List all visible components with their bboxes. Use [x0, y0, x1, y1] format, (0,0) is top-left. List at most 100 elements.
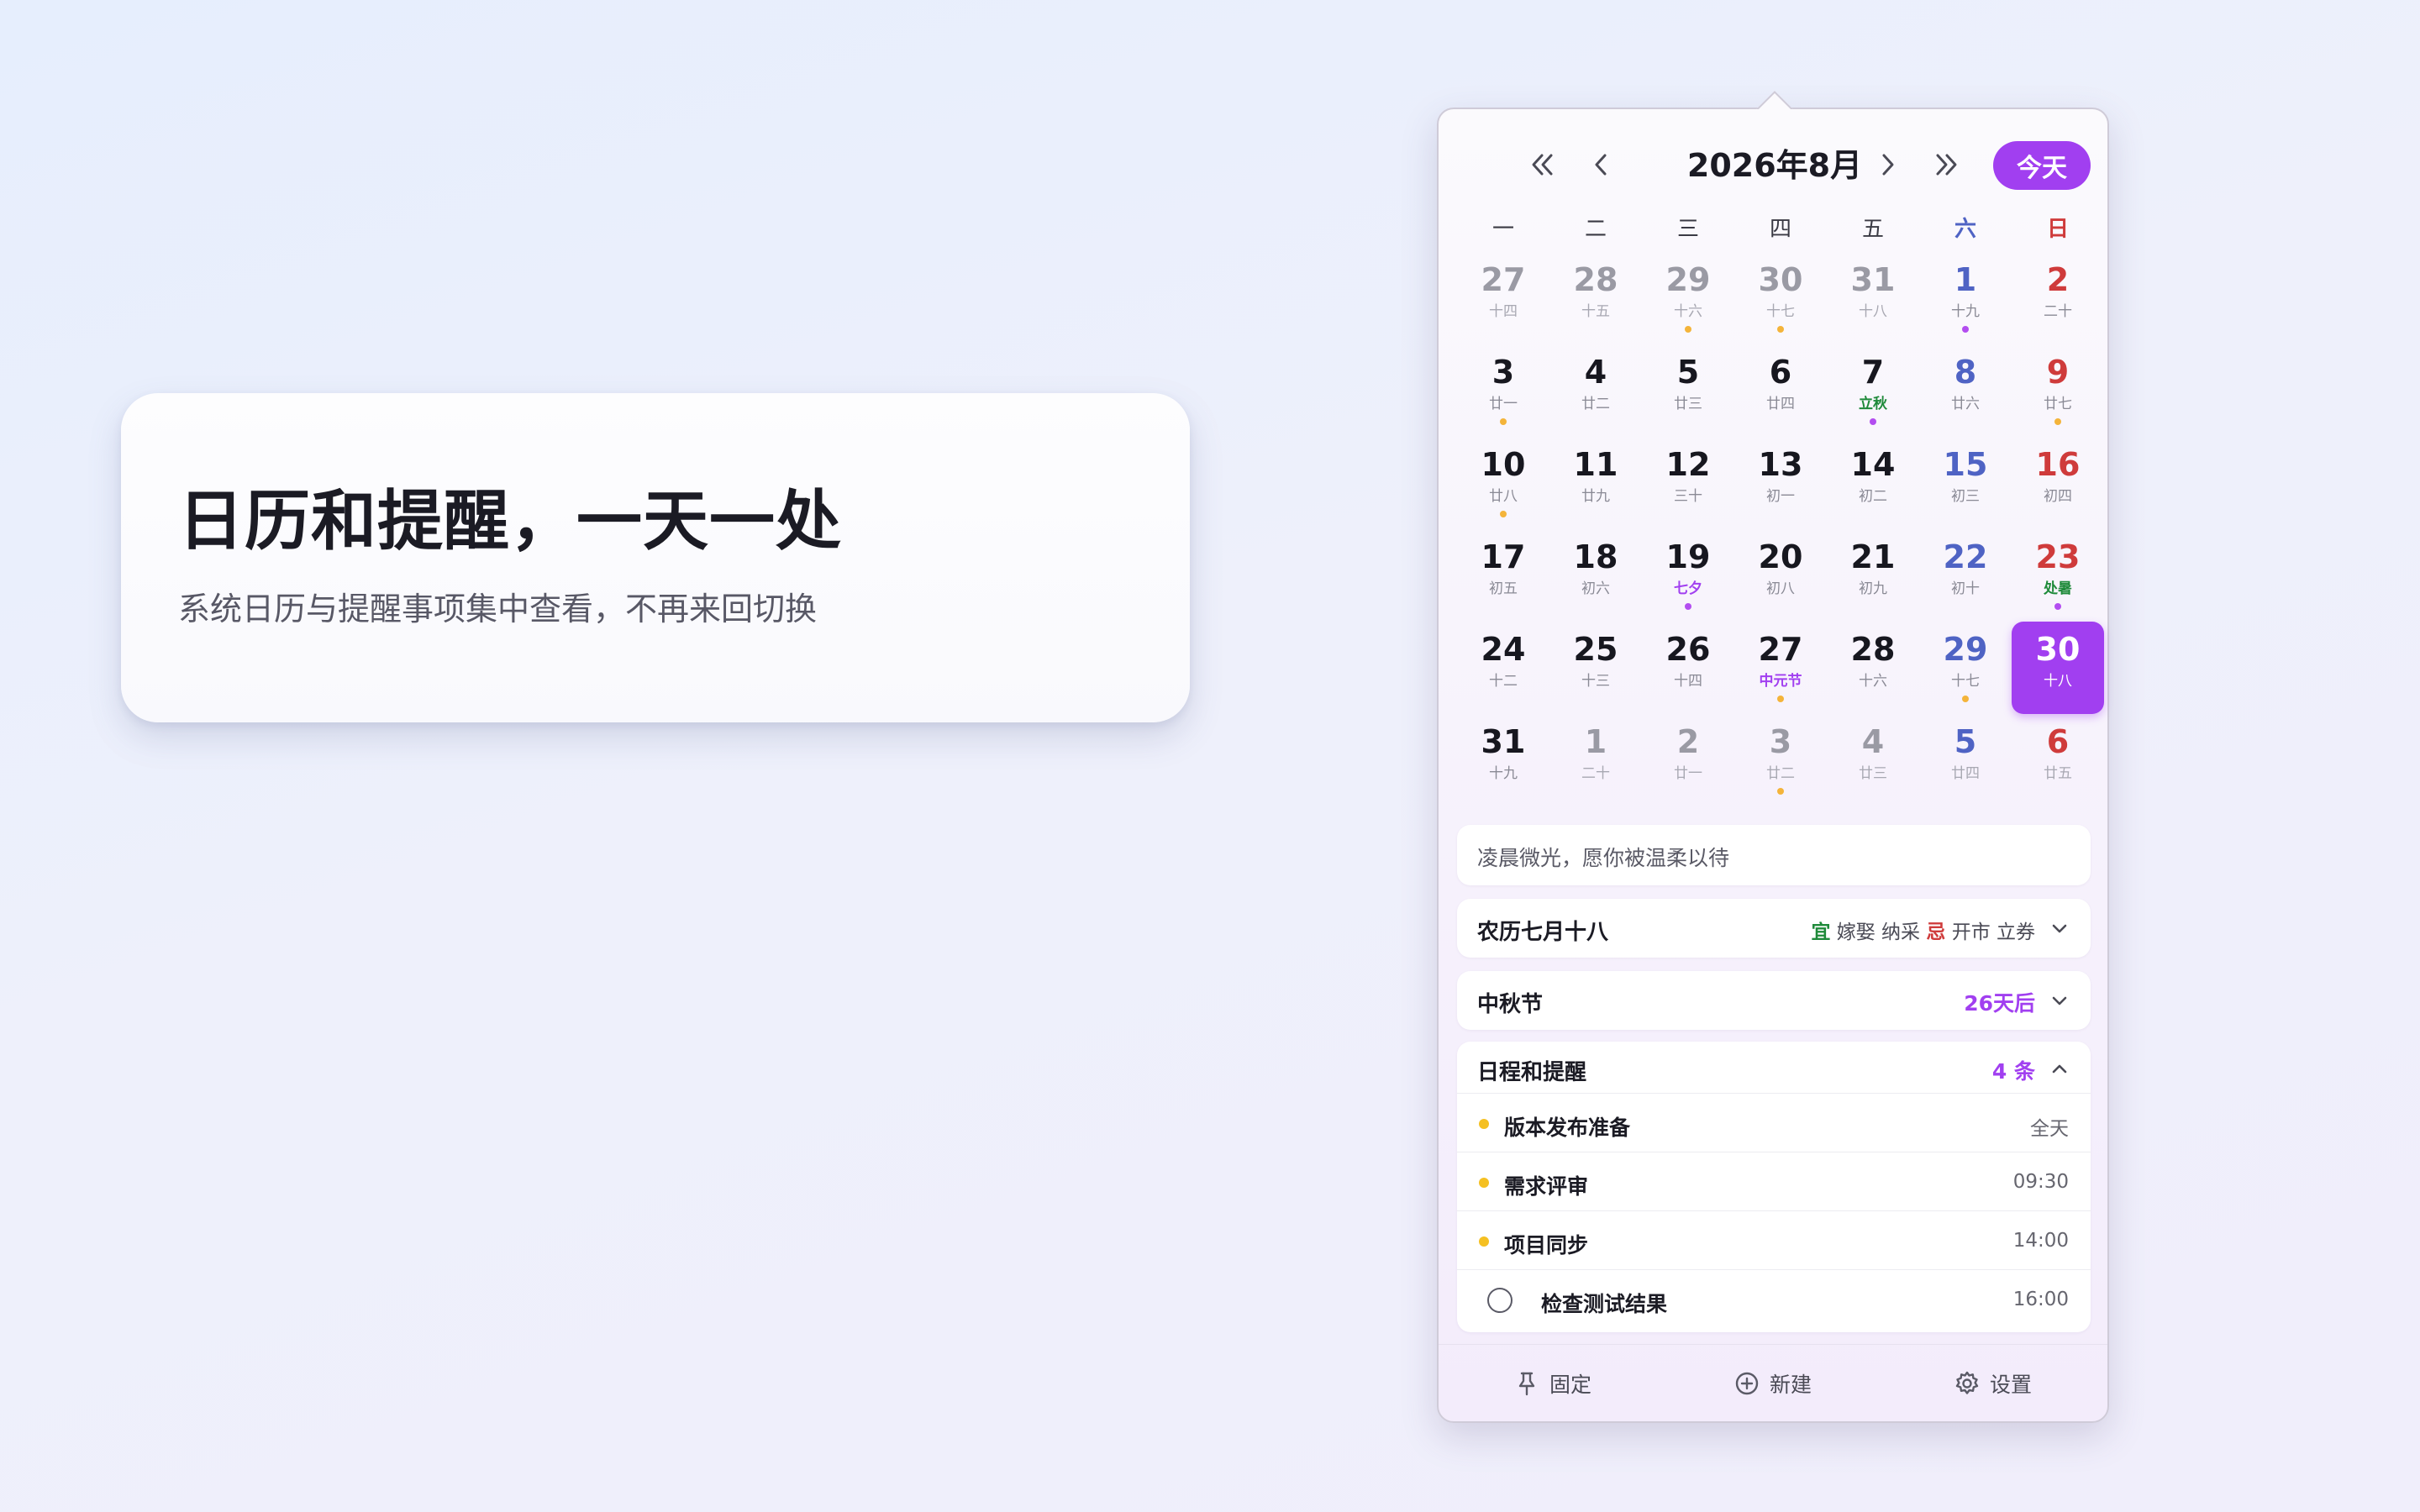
event-indicator-dot	[2054, 418, 2061, 425]
double-chevron-right-icon	[1936, 154, 1957, 176]
day-cell[interactable]: 15 初三	[1919, 437, 2012, 529]
day-number: 26	[1665, 631, 1711, 668]
next-year-button[interactable]	[1923, 141, 1970, 188]
yi-label: 宜	[1811, 921, 1831, 943]
lunar-almanac-row[interactable]: 农历七月十八 宜 嫁娶 纳采 忌 开市 立券	[1457, 899, 2091, 958]
event-name: 项目同步	[1504, 1233, 1589, 1257]
lunar-day-label: 十四	[1674, 673, 1702, 690]
day-cell[interactable]: 1 二十	[1549, 714, 1642, 806]
day-cell[interactable]: 30 十七	[1734, 252, 1827, 344]
reminder-time: 16:00	[2012, 1289, 2069, 1310]
day-cell[interactable]: 3 廿一	[1457, 344, 1549, 437]
event-time: 09:30	[2012, 1171, 2069, 1193]
double-chevron-left-icon	[1532, 154, 1553, 176]
day-number: 23	[2035, 538, 2081, 575]
day-cell[interactable]: 3 廿二	[1734, 714, 1827, 806]
day-cell[interactable]: 31 十八	[1827, 252, 1919, 344]
day-cell[interactable]: 27 十四	[1457, 252, 1549, 344]
event-indicator-dot	[1777, 788, 1784, 795]
day-cell[interactable]: 21 初九	[1827, 529, 1919, 622]
event-indicator-dot	[1777, 696, 1784, 702]
day-cell[interactable]: 14 初二	[1827, 437, 1919, 529]
day-number: 30	[2035, 631, 2081, 668]
day-cell[interactable]: 24 十二	[1457, 622, 1549, 714]
pin-button[interactable]: 固定	[1512, 1365, 1591, 1402]
next-month-button[interactable]	[1864, 141, 1911, 188]
day-cell[interactable]: 18 初六	[1549, 529, 1642, 622]
day-cell[interactable]: 26 十四	[1642, 622, 1734, 714]
settings-button[interactable]: 设置	[1953, 1365, 2032, 1402]
prev-year-button[interactable]	[1519, 141, 1566, 188]
solar-term-label: 处暑	[2044, 580, 2072, 597]
lunar-day-label: 廿三	[1859, 765, 1887, 782]
day-number: 25	[1573, 631, 1618, 668]
ji-items: 开市 立券	[1951, 921, 2035, 943]
day-cell[interactable]: 4 廿三	[1827, 714, 1919, 806]
event-item[interactable]: 项目同步 14:00	[1457, 1211, 2091, 1270]
day-cell[interactable]: 22 初十	[1919, 529, 2012, 622]
lunar-day-label: 十四	[1489, 303, 1518, 320]
day-cell[interactable]: 17 初五	[1457, 529, 1549, 622]
day-number: 7	[1861, 354, 1885, 391]
day-cell[interactable]: 2 廿一	[1642, 714, 1734, 806]
chevron-down-icon[interactable]	[2047, 989, 2072, 1014]
chevron-down-icon[interactable]	[2047, 916, 2072, 942]
event-item[interactable]: 需求评审 09:30	[1457, 1152, 2091, 1211]
calendar-header: 2026年8月 今天	[1439, 134, 2107, 193]
day-cell[interactable]: 13 初一	[1734, 437, 1827, 529]
day-number: 31	[1850, 261, 1896, 298]
lunar-day-label: 十三	[1581, 673, 1610, 690]
day-cell[interactable]: 5 廿三	[1642, 344, 1734, 437]
day-cell[interactable]: 31 十九	[1457, 714, 1549, 806]
lunar-day-label: 廿三	[1674, 396, 1702, 412]
day-cell[interactable]: 10 廿八	[1457, 437, 1549, 529]
day-cell[interactable]: 28 十五	[1549, 252, 1642, 344]
day-cell[interactable]: 8 廿六	[1919, 344, 2012, 437]
event-dot	[1479, 1236, 1489, 1247]
day-cell[interactable]: 28 十六	[1827, 622, 1919, 714]
day-cell[interactable]: 2 二十	[2012, 252, 2104, 344]
day-cell[interactable]: 11 廿九	[1549, 437, 1642, 529]
day-cell[interactable]: 20 初八	[1734, 529, 1827, 622]
lunar-day-label: 十九	[1489, 765, 1518, 782]
day-cell[interactable]: 6 廿四	[1734, 344, 1827, 437]
reminder-item[interactable]: 检查测试结果 16:00	[1457, 1270, 2091, 1329]
day-cell[interactable]: 27 中元节	[1734, 622, 1827, 714]
chevron-up-icon[interactable]	[2047, 1056, 2072, 1081]
day-cell[interactable]: 1 十九	[1919, 252, 2012, 344]
day-cell[interactable]: 23 处暑	[2012, 529, 2104, 622]
lunar-day-label: 十七	[1766, 303, 1795, 320]
new-button[interactable]: 新建	[1733, 1365, 1812, 1402]
day-number: 10	[1481, 446, 1526, 483]
day-cell[interactable]: 7 立秋	[1827, 344, 1919, 437]
schedule-header[interactable]: 日程和提醒 4 条	[1457, 1042, 2091, 1094]
event-indicator-dot	[2054, 603, 2061, 610]
day-number: 27	[1758, 631, 1803, 668]
day-cell[interactable]: 29 十七	[1919, 622, 2012, 714]
event-item[interactable]: 版本发布准备 全天	[1457, 1094, 2091, 1152]
day-number: 30	[1758, 261, 1803, 298]
day-cell[interactable]: 5 廿四	[1919, 714, 2012, 806]
day-cell[interactable]: 9 廿七	[2012, 344, 2104, 437]
day-cell-selected[interactable]: 30 十八	[2012, 622, 2104, 714]
reminder-checkbox[interactable]	[1487, 1288, 1512, 1313]
day-number: 5	[1954, 723, 1977, 760]
day-number: 9	[2046, 354, 2070, 391]
event-indicator-dot	[1962, 696, 1969, 702]
day-cell[interactable]: 12 三十	[1642, 437, 1734, 529]
today-button[interactable]: 今天	[1993, 141, 2091, 190]
day-cell[interactable]: 6 廿五	[2012, 714, 2104, 806]
weekday-label: 五	[1861, 217, 1884, 242]
day-cell[interactable]: 16 初四	[2012, 437, 2104, 529]
day-cell[interactable]: 4 廿二	[1549, 344, 1642, 437]
day-number: 11	[1573, 446, 1618, 483]
calendar-popover: 2026年8月 今天 一二三四五六日 27 十四 28 十五 29 十六 30 十七 31 十八 1…	[1437, 108, 2109, 1423]
lunar-day-label: 初一	[1766, 488, 1795, 505]
day-number: 21	[1850, 538, 1896, 575]
day-cell[interactable]: 25 十三	[1549, 622, 1642, 714]
next-festival-row[interactable]: 中秋节 26天后	[1457, 971, 2091, 1030]
day-cell[interactable]: 19 七夕	[1642, 529, 1734, 622]
lunar-day-label: 三十	[1674, 488, 1702, 505]
chevron-right-icon	[1882, 154, 1894, 176]
day-cell[interactable]: 29 十六	[1642, 252, 1734, 344]
